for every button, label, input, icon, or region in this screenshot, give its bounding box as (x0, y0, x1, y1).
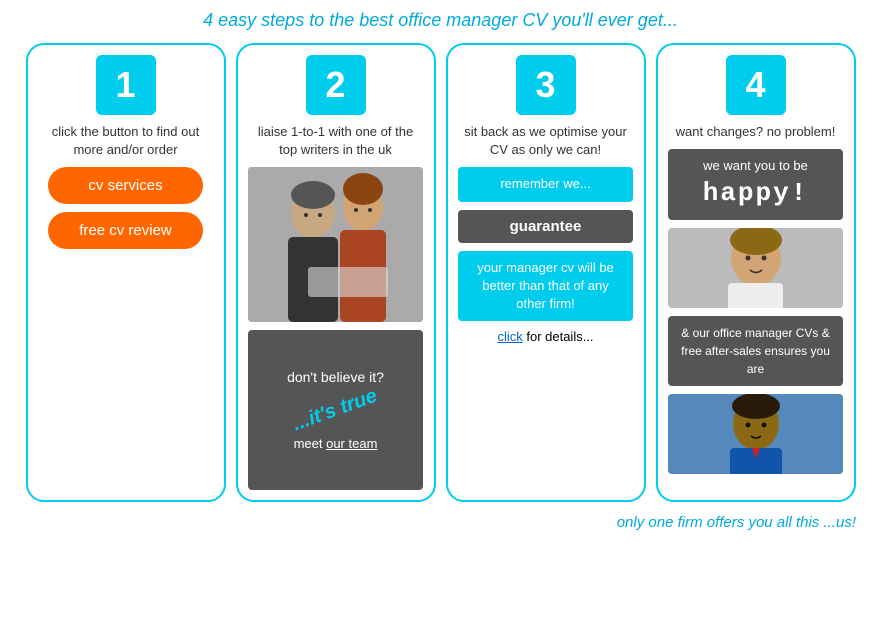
we-want-text: we want you to be (703, 158, 808, 173)
bottom-text: only one firm offers you all this ...us! (15, 514, 866, 531)
step-1-column: 1 click the button to find out more and/… (26, 43, 226, 502)
our-team-link[interactable]: our team (326, 436, 377, 451)
click-details-text: click for details... (497, 329, 593, 344)
step-1-number: 1 (96, 55, 156, 115)
man-photo (668, 394, 843, 474)
meet-team-text: meet our team (294, 436, 378, 451)
step-4-number: 4 (726, 55, 786, 115)
cv-services-button[interactable]: cv services (48, 167, 203, 204)
office-cvs-box: & our office manager CVs & free after-sa… (668, 316, 843, 386)
manager-cv-box: your manager cv will be better than that… (458, 251, 633, 322)
step-3-number: 3 (516, 55, 576, 115)
woman-photo (668, 228, 843, 308)
step-4-desc: want changes? no problem! (676, 123, 836, 141)
its-true-text: ...it's true (290, 385, 381, 437)
step-2-number: 2 (306, 55, 366, 115)
step-1-desc: click the button to find out more and/or… (38, 123, 214, 159)
guarantee-box: guarantee (458, 210, 633, 243)
dont-believe-text: don't believe it? (287, 369, 384, 385)
step-3-desc: sit back as we optimise your CV as only … (458, 123, 634, 159)
remember-box: remember we... (458, 167, 633, 201)
step-2-desc: liaise 1-to-1 with one of the top writer… (248, 123, 424, 159)
we-want-box: we want you to be happy! (668, 149, 843, 220)
page-title: 4 easy steps to the best office manager … (15, 10, 866, 31)
click-link[interactable]: click (497, 329, 522, 344)
dont-believe-box: don't believe it? ...it's true meet our … (248, 330, 423, 490)
people-photo (248, 167, 423, 322)
steps-container: 1 click the button to find out more and/… (15, 43, 866, 502)
free-cv-review-button[interactable]: free cv review (48, 212, 203, 249)
step-3-column: 3 sit back as we optimise your CV as onl… (446, 43, 646, 502)
happy-text: happy! (676, 175, 835, 211)
step-4-column: 4 want changes? no problem! we want you … (656, 43, 856, 502)
step-2-column: 2 liaise 1-to-1 with one of the top writ… (236, 43, 436, 502)
